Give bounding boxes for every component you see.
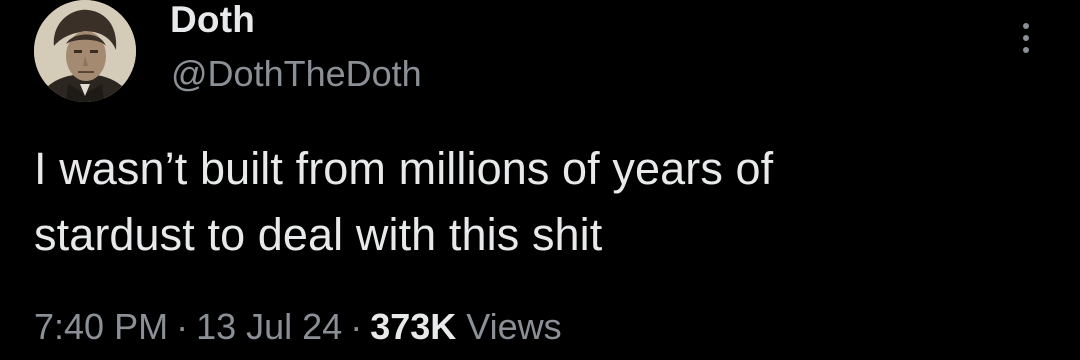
tweet-text-line: stardust to deal with this shit <box>34 209 603 260</box>
tweet-text-line: I wasn’t built from millions of years of <box>34 143 774 194</box>
user-handle[interactable]: @DothTheDoth <box>171 54 422 94</box>
tweet-text: I wasn’t built from millions of years of… <box>34 136 1044 268</box>
tweet-meta: 7:40 PM · 13 Jul 24 · 373K Views <box>34 304 562 350</box>
portrait-icon <box>34 0 136 102</box>
tweet-date[interactable]: 13 Jul 24 <box>196 306 342 347</box>
meta-separator: · <box>350 306 363 347</box>
avatar[interactable] <box>34 0 136 102</box>
views-label[interactable]: Views <box>466 306 561 347</box>
display-name[interactable]: Doth <box>170 0 255 40</box>
views-count[interactable]: 373K <box>370 306 456 347</box>
more-vertical-icon <box>1023 23 1029 53</box>
more-options-button[interactable] <box>1008 16 1044 60</box>
tweet-card: Doth @DothTheDoth I wasn’t built from mi… <box>0 0 1080 360</box>
tweet-time[interactable]: 7:40 PM <box>34 306 168 347</box>
meta-separator: · <box>176 306 189 347</box>
